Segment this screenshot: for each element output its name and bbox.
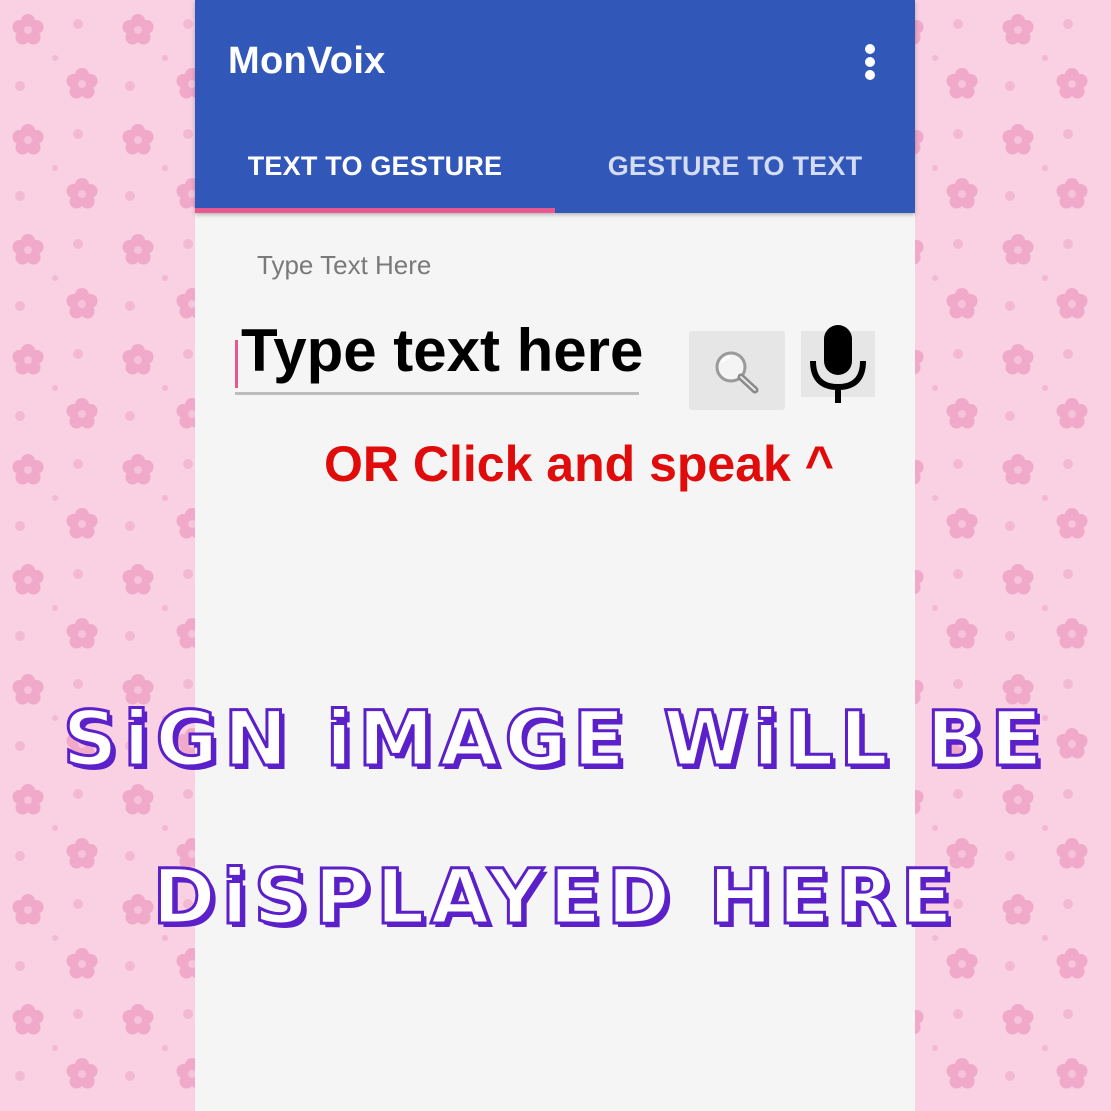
text-caret	[235, 340, 238, 388]
sign-image-placeholder-line-1: SiGN iMAGE WiLL BE	[61, 693, 1049, 785]
text-input[interactable]: Type text here	[235, 310, 643, 396]
mic-button[interactable]	[801, 325, 875, 403]
text-input-value: Type text here	[241, 317, 644, 384]
text-input-underline	[235, 392, 639, 395]
sign-image-placeholder-line-2: DiSPLAYED HERE	[151, 851, 959, 943]
app-title: MonVoix	[228, 40, 386, 82]
input-label: Type Text Here	[257, 250, 432, 280]
app-bar: MonVoix TEXT TO GESTURE GESTURE TO TEXT	[195, 0, 915, 213]
tab-gesture-to-text[interactable]: GESTURE TO TEXT	[555, 130, 915, 213]
more-vert-icon[interactable]	[855, 40, 885, 84]
search-button[interactable]	[689, 331, 785, 410]
speak-hint: OR Click and speak ^	[324, 436, 834, 492]
app-screen: MonVoix TEXT TO GESTURE GESTURE TO TEXT …	[195, 0, 915, 1111]
search-icon	[715, 351, 759, 394]
tab-indicator	[195, 208, 555, 213]
mic-icon	[810, 325, 866, 403]
tab-text-to-gesture[interactable]: TEXT TO GESTURE	[195, 130, 555, 213]
